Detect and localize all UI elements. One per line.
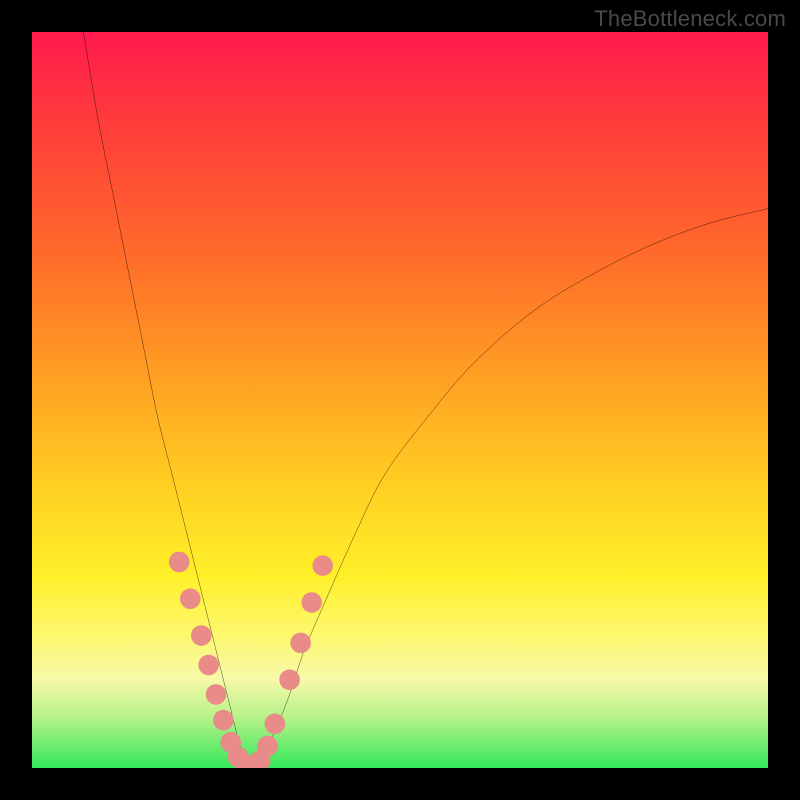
sample-dot [191,625,212,646]
sample-dot [279,669,300,690]
sample-dot [206,684,227,705]
sample-dot [198,655,219,676]
plot-area [32,32,768,768]
watermark-text: TheBottleneck.com [594,6,786,32]
sample-dot [312,555,333,576]
sample-dot [265,714,286,735]
sample-dot [180,588,201,609]
sample-dots [32,32,768,768]
chart-frame: TheBottleneck.com [0,0,800,800]
sample-dot [213,710,234,731]
sample-dot [169,552,190,573]
sample-dot [301,592,322,613]
sample-dot [290,633,311,654]
sample-dot [257,736,278,757]
